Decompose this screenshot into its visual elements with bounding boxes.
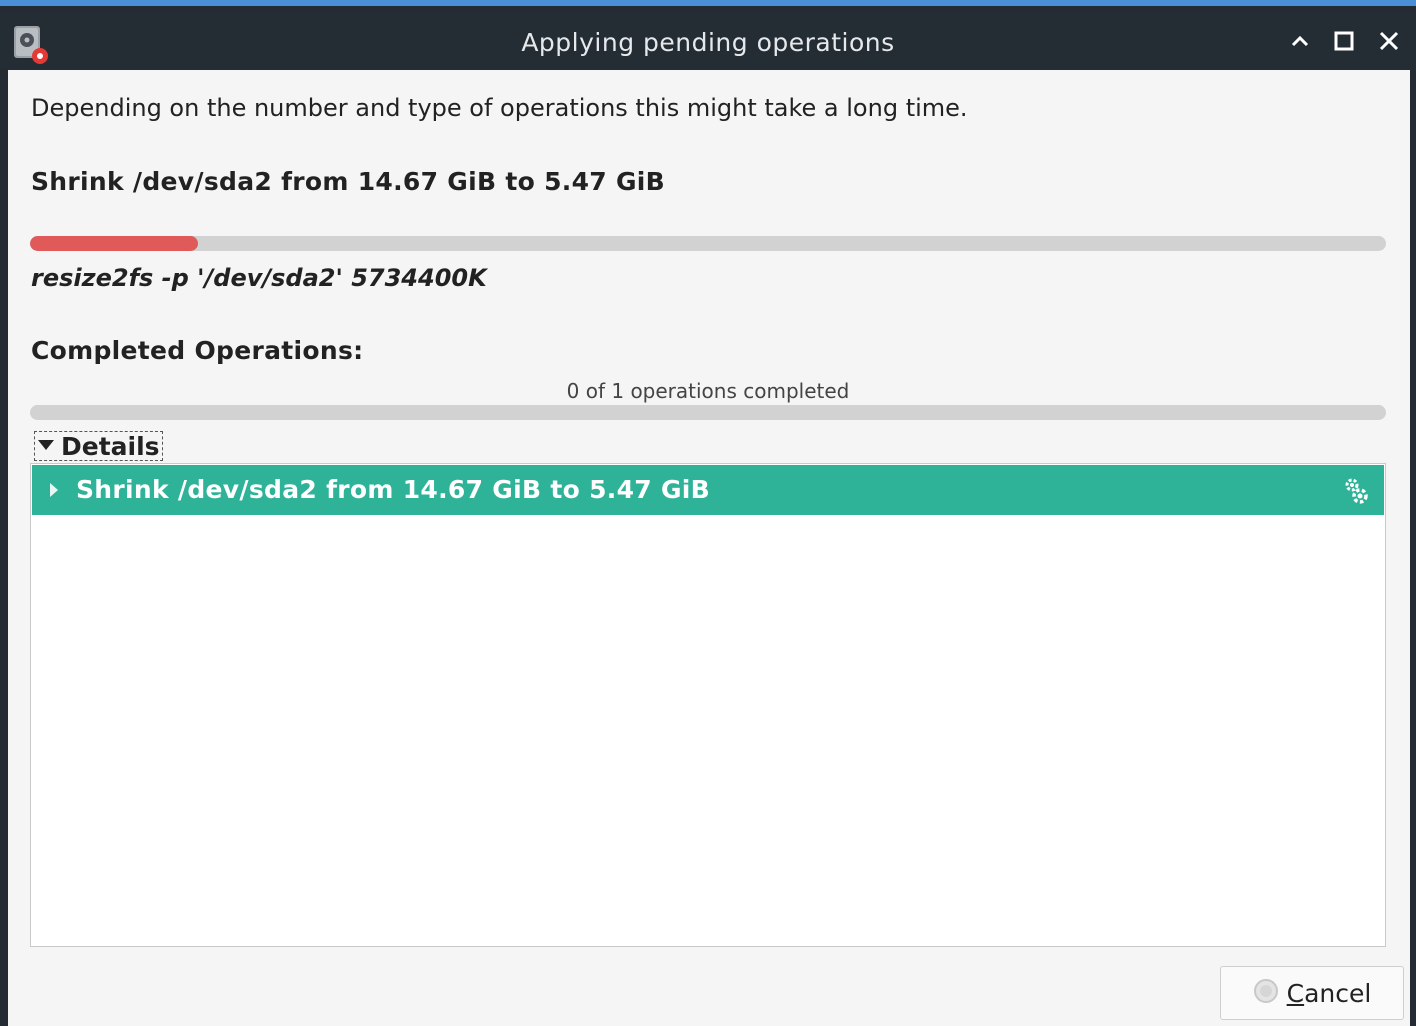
cancel-label: Cancel	[1287, 979, 1372, 1008]
details-tree[interactable]: Shrink /dev/sda2 from 14.67 GiB to 5.47 …	[30, 463, 1386, 947]
current-operation-title: Shrink /dev/sda2 from 14.67 GiB to 5.47 …	[31, 167, 666, 196]
maximize-button[interactable]	[1327, 26, 1361, 60]
gears-icon	[1344, 477, 1370, 509]
details-label: Details	[61, 431, 160, 461]
completed-progress-bar	[30, 405, 1386, 420]
maximize-icon	[1333, 30, 1355, 56]
dialog-content: Depending on the number and type of oper…	[8, 70, 1410, 1026]
details-row[interactable]: Shrink /dev/sda2 from 14.67 GiB to 5.47 …	[32, 465, 1384, 515]
chevron-up-icon	[1289, 30, 1311, 56]
details-expander[interactable]: Details	[34, 431, 163, 461]
operation-progress-fill	[30, 236, 199, 251]
operation-progress-bar	[30, 236, 1386, 251]
triangle-right-icon[interactable]	[48, 481, 60, 503]
title-bar[interactable]: Applying pending operations	[0, 12, 1416, 70]
dialog-window: Applying pending operations Depending on…	[0, 0, 1416, 1026]
close-button[interactable]	[1372, 26, 1406, 60]
triangle-down-icon	[37, 437, 55, 456]
completed-operations-status: 0 of 1 operations completed	[566, 379, 850, 403]
window-title: Applying pending operations	[521, 28, 895, 57]
details-row-label: Shrink /dev/sda2 from 14.67 GiB to 5.47 …	[76, 475, 711, 504]
cancel-icon	[1253, 978, 1279, 1008]
intro-text: Depending on the number and type of oper…	[31, 94, 968, 122]
cancel-label-rest: ancel	[1304, 978, 1372, 1008]
cancel-mnemonic: C	[1286, 978, 1305, 1008]
minimize-button[interactable]	[1283, 26, 1317, 60]
current-command: resize2fs -p '/dev/sda2' 5734400K	[31, 264, 487, 292]
completed-operations-label: Completed Operations:	[31, 336, 364, 365]
close-icon	[1378, 30, 1400, 56]
cancel-button[interactable]: Cancel	[1220, 966, 1404, 1020]
